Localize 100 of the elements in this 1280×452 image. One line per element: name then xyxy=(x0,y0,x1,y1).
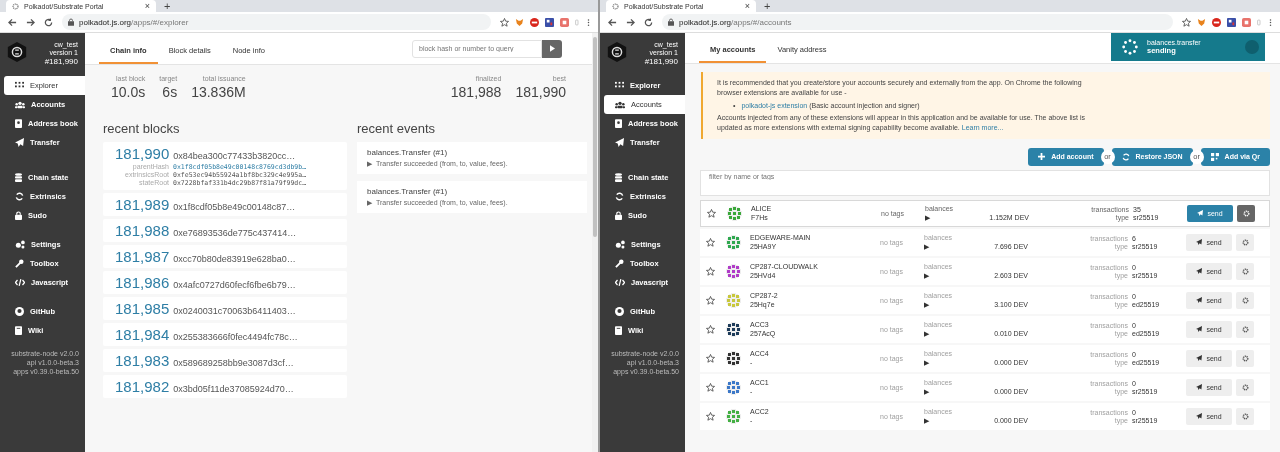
stat-value: 13.836M xyxy=(191,84,246,100)
database-icon xyxy=(615,173,622,182)
tab-close-button[interactable]: × xyxy=(744,1,750,11)
book-icon xyxy=(615,326,622,335)
settings-button[interactable] xyxy=(1236,408,1254,425)
paper-plane-icon xyxy=(1196,297,1203,304)
lock-icon xyxy=(668,18,674,26)
section-heading: recent events xyxy=(357,121,437,136)
block-number[interactable]: 181,982 xyxy=(115,378,170,395)
star-icon[interactable] xyxy=(706,412,715,421)
star-icon[interactable] xyxy=(706,354,715,363)
settings-button[interactable] xyxy=(1236,379,1254,396)
settings-button[interactable] xyxy=(1236,350,1254,367)
block-hash: 0x589689258bb9e3087d3cf… xyxy=(173,358,294,368)
star-icon[interactable] xyxy=(500,17,509,27)
block-hash: 0x84bea300c77433b3820cc… xyxy=(173,151,296,161)
code-icon xyxy=(15,278,25,287)
block-card[interactable]: 181,984 0x255383666f0fec4494fc78c… xyxy=(103,323,347,346)
forward-icon[interactable] xyxy=(26,17,35,27)
block-hash: 0x3bd05f11de37085924d70… xyxy=(173,384,294,394)
stat-value: 181,988 xyxy=(450,84,502,100)
fox-extension-icon[interactable] xyxy=(515,17,524,27)
plus-icon xyxy=(1038,153,1046,161)
address-bar[interactable]: polkadot.js.org/apps/#/accounts xyxy=(662,14,1173,30)
refresh-icon xyxy=(615,192,624,201)
new-tab-button[interactable]: + xyxy=(162,0,173,12)
stop-extension-icon[interactable] xyxy=(1212,17,1221,27)
settings-button[interactable] xyxy=(1236,321,1254,338)
settings-icon xyxy=(1241,239,1249,246)
gear-icon xyxy=(612,2,619,10)
spinner-icon xyxy=(1121,38,1139,56)
url-text: polkadot.js.org/apps/#/explorer xyxy=(79,17,189,27)
star-icon[interactable] xyxy=(1182,17,1191,27)
gears-icon xyxy=(615,240,625,249)
fox-extension-icon[interactable] xyxy=(1197,17,1206,27)
stat-value: 181,990 xyxy=(515,84,566,100)
star-icon[interactable] xyxy=(707,209,716,218)
refresh-icon xyxy=(15,192,24,201)
book-icon xyxy=(15,119,22,128)
paper-plane-icon xyxy=(15,138,24,147)
square-extension-icon[interactable] xyxy=(1227,17,1236,27)
paper-plane-icon xyxy=(1197,210,1204,217)
block-number[interactable]: 181,984 xyxy=(115,326,170,343)
hexagon-logo-icon xyxy=(606,41,628,63)
lock-icon xyxy=(68,18,74,26)
star-icon[interactable] xyxy=(706,383,715,392)
url-text: polkadot.js.org/apps/#/accounts xyxy=(679,17,792,27)
star-icon[interactable] xyxy=(706,325,715,334)
settings-button[interactable] xyxy=(1236,263,1254,280)
settings-icon xyxy=(1241,355,1249,362)
qr-icon xyxy=(1210,153,1219,161)
settings-button[interactable] xyxy=(1236,234,1254,251)
block-number[interactable]: 181,987 xyxy=(115,248,170,265)
menu-icon[interactable] xyxy=(587,17,590,27)
block-hash: 0x4afc0727d60fecf6fbe6b79… xyxy=(173,280,296,290)
event-name: balances.Transfer (#1) xyxy=(367,148,449,157)
paper-plane-icon xyxy=(1196,355,1203,362)
paper-plane-icon xyxy=(615,138,624,147)
reload-icon[interactable] xyxy=(44,17,53,27)
settings-icon xyxy=(1241,413,1249,420)
tab-close-button[interactable]: × xyxy=(144,1,150,11)
block-card[interactable]: 181,986 0x4afc0727d60fecf6fbe6b79… xyxy=(103,271,347,294)
block-number[interactable]: 181,985 xyxy=(115,300,170,317)
star-icon[interactable] xyxy=(706,267,715,276)
star-icon[interactable] xyxy=(706,296,715,305)
back-icon[interactable] xyxy=(8,17,17,27)
settings-button[interactable] xyxy=(1236,292,1254,309)
block-number[interactable]: 181,986 xyxy=(115,274,170,291)
round-logo-icon xyxy=(15,307,24,316)
block-hash: 0x1f8cdf05b8e49c00148c87… xyxy=(173,202,296,212)
block-card[interactable]: 181,989 0x1f8cdf05b8e49c00148c87… xyxy=(103,193,347,216)
hexagon-logo-icon xyxy=(6,41,28,63)
menu-icon[interactable] xyxy=(1269,17,1272,27)
block-card[interactable]: 181,982 0x3bd05f11de37085924d70… xyxy=(103,375,347,398)
lock-icon xyxy=(15,211,22,220)
block-number[interactable]: 181,983 xyxy=(115,352,170,369)
block-number[interactable]: 181,988 xyxy=(115,222,170,239)
scrollbar[interactable] xyxy=(592,33,598,452)
settings-button[interactable] xyxy=(1237,205,1255,222)
square-extension-icon[interactable] xyxy=(545,17,554,27)
go-button[interactable] xyxy=(542,39,562,58)
address-bar[interactable]: polkadot.js.org/apps/#/explorer xyxy=(62,14,491,30)
stat-value: 6s xyxy=(162,84,178,100)
section-heading: recent blocks xyxy=(103,121,181,136)
stop-extension-icon[interactable] xyxy=(530,17,539,27)
block-hash: 0x255383666f0fec4494fc78c… xyxy=(173,332,298,342)
people-icon xyxy=(615,100,625,109)
new-tab-button[interactable]: + xyxy=(762,0,773,12)
back-icon[interactable] xyxy=(608,17,617,27)
star-icon[interactable] xyxy=(706,238,715,247)
block-number[interactable]: 181,990 xyxy=(115,145,170,162)
reload-icon[interactable] xyxy=(644,17,653,27)
grid-icon xyxy=(615,81,624,90)
block-card[interactable]: 181,988 0xe76893536de775c437414… xyxy=(103,219,347,242)
block-number[interactable]: 181,989 xyxy=(115,196,170,213)
block-card[interactable]: 181,983 0x589689258bb9e3087d3cf… xyxy=(103,349,347,372)
code-icon xyxy=(615,278,625,287)
forward-icon[interactable] xyxy=(626,17,635,27)
block-card[interactable]: 181,987 0xcc70b80de83919e628ba0… xyxy=(103,245,347,268)
block-card[interactable]: 181,985 0x0240031c70063b6411403… xyxy=(103,297,347,320)
